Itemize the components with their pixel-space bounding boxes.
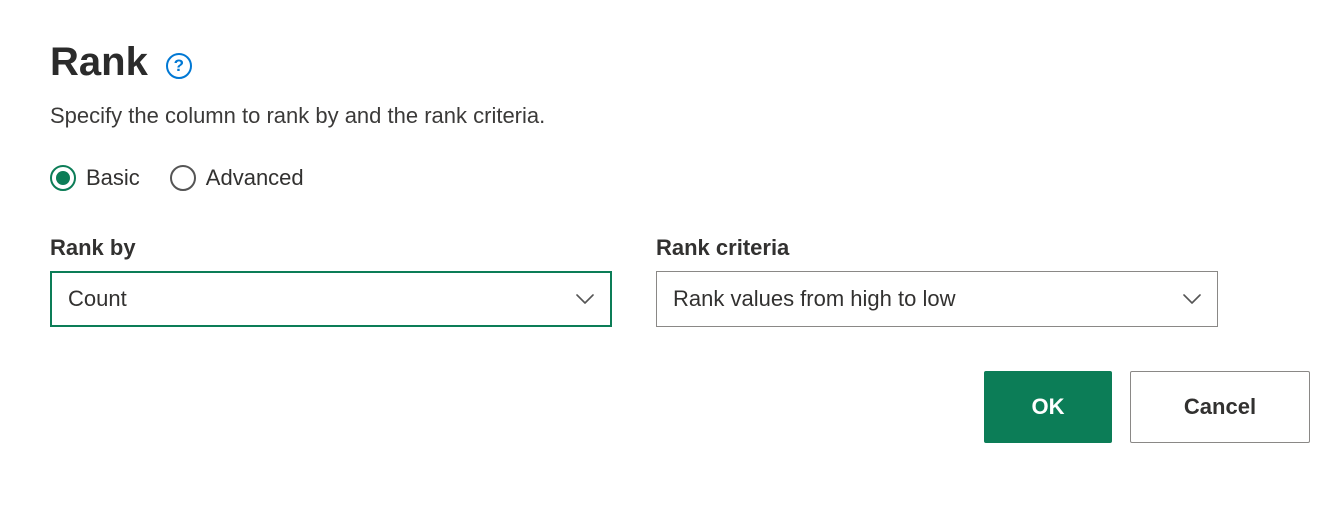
radio-basic[interactable]: Basic (50, 165, 140, 191)
rank-by-value: Count (68, 286, 127, 312)
dialog-title: Rank (50, 40, 148, 85)
dialog-header: Rank ? (50, 40, 1282, 85)
rank-criteria-value: Rank values from high to low (673, 286, 955, 312)
fields-row: Rank by Count Rank criteria Rank values … (50, 235, 1282, 327)
rank-criteria-field: Rank criteria Rank values from high to l… (656, 235, 1218, 327)
radio-advanced[interactable]: Advanced (170, 165, 304, 191)
rank-by-field: Rank by Count (50, 235, 612, 327)
rank-by-dropdown[interactable]: Count (50, 271, 612, 327)
dialog-buttons: OK Cancel (984, 371, 1282, 443)
ok-button[interactable]: OK (984, 371, 1112, 443)
radio-basic-label: Basic (86, 165, 140, 191)
radio-advanced-label: Advanced (206, 165, 304, 191)
chevron-down-icon (576, 294, 594, 304)
radio-circle-icon (170, 165, 196, 191)
help-icon[interactable]: ? (166, 53, 192, 79)
rank-criteria-dropdown[interactable]: Rank values from high to low (656, 271, 1218, 327)
cancel-button[interactable]: Cancel (1130, 371, 1310, 443)
radio-circle-icon (50, 165, 76, 191)
dialog-description: Specify the column to rank by and the ra… (50, 103, 1282, 129)
rank-by-label: Rank by (50, 235, 612, 261)
mode-radio-group: Basic Advanced (50, 165, 1282, 191)
rank-criteria-label: Rank criteria (656, 235, 1218, 261)
chevron-down-icon (1183, 294, 1201, 304)
